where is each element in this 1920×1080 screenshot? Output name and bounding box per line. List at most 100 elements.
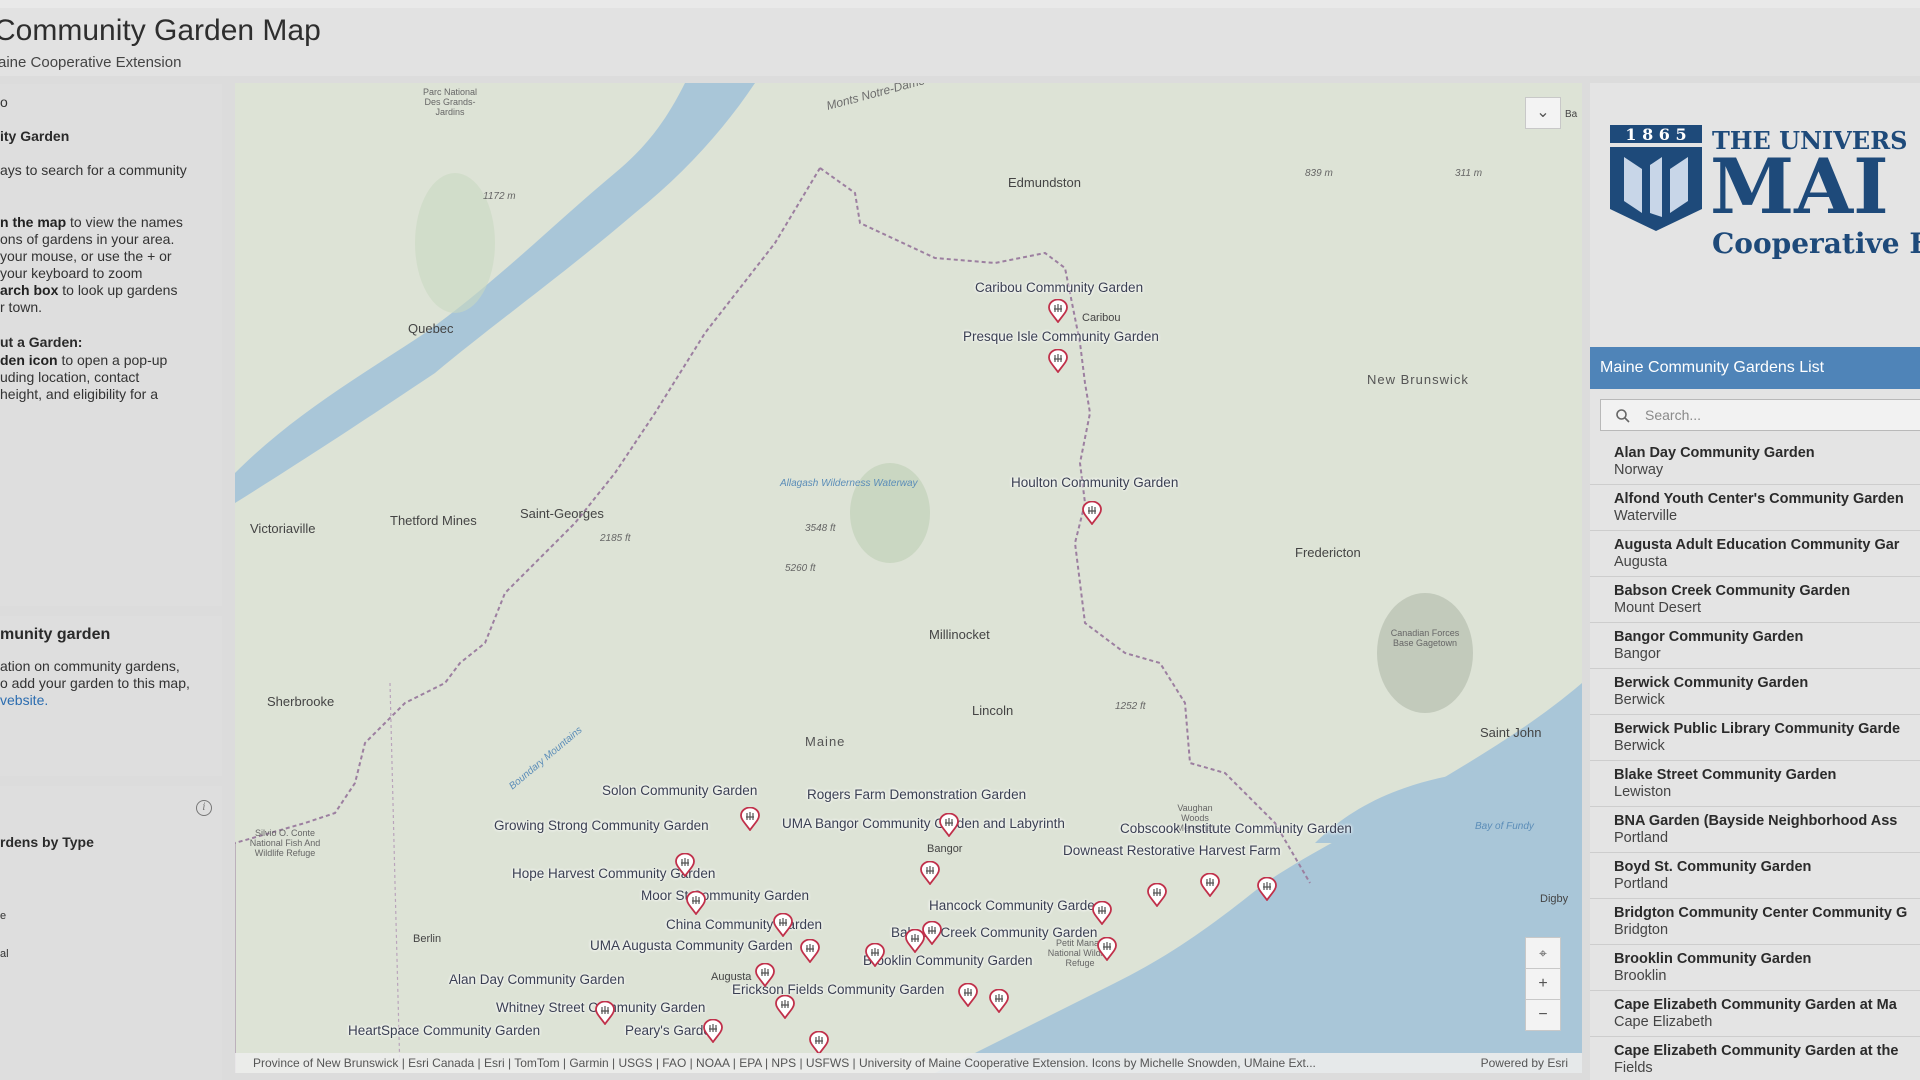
list-item[interactable]: Bridgton Community Center Community G Bri… [1590, 899, 1920, 945]
list-item[interactable]: Brooklin Community Garden Brooklin [1590, 945, 1920, 991]
elevation-label: 839 m [1305, 168, 1333, 179]
garden-town: Waterville [1614, 508, 1678, 524]
garden-town: Brooklin [1614, 968, 1667, 984]
garden-town: Cape Elizabeth [1614, 1014, 1713, 1030]
garden-marker-icon[interactable] [1097, 937, 1117, 961]
garden-marker-icon[interactable] [1048, 299, 1068, 323]
about-heading: ut a Garden: [0, 334, 83, 350]
garden-marker-icon[interactable] [703, 1019, 723, 1043]
garden-town: Bridgton [1614, 922, 1669, 938]
garden-label[interactable]: China Community Garden [666, 917, 822, 932]
search-placeholder: Search... [1645, 407, 1702, 423]
garden-marker-icon[interactable] [958, 983, 978, 1007]
elevation-label: 311 m [1455, 168, 1483, 179]
garden-label[interactable]: Presque Isle Community Garden [963, 329, 1159, 344]
zoom-out-button[interactable]: − [1525, 999, 1561, 1031]
legend-heading: rdens by Type [0, 834, 94, 850]
garden-marker-icon[interactable] [775, 995, 795, 1019]
garden-name: Cape Elizabeth Community Garden at the [1614, 1043, 1899, 1059]
logo-year: 1 8 6 5 [1625, 125, 1686, 144]
garden-marker-icon[interactable] [740, 807, 760, 831]
list-item[interactable]: Cape Elizabeth Community Garden at the Fi… [1590, 1037, 1920, 1080]
garden-town: Norway [1614, 462, 1664, 478]
garden-label[interactable]: Houlton Community Garden [1011, 475, 1178, 490]
garden-label[interactable]: Caribou Community Garden [975, 280, 1143, 295]
park-label: Parc National Des Grands-Jardins [422, 87, 478, 117]
website-link[interactable]: vebsite. [0, 692, 48, 709]
garden-marker-icon[interactable] [800, 939, 820, 963]
expand-chevrons-down-icon[interactable]: ⌄ [1525, 97, 1561, 129]
instructions-panel: o ity Garden ays to search for a communi… [0, 84, 222, 606]
garden-label[interactable]: Alan Day Community Garden [449, 972, 625, 987]
map-view[interactable]: Quebec Thetford Mines Saint-Georges Vict… [235, 83, 1582, 1073]
list-item[interactable]: Boyd St. Community Garden Portland [1590, 853, 1920, 899]
garden-marker-icon[interactable] [755, 963, 775, 987]
list-item[interactable]: BNA Garden (Bayside Neighborhood Ass Port… [1590, 807, 1920, 853]
garden-marker-icon[interactable] [1200, 873, 1220, 897]
instructions-map-line: r town. [0, 299, 43, 315]
place-label: Caribou [1082, 312, 1121, 324]
place-label: Ba [1565, 109, 1578, 120]
park-label: Canadian Forces Base Gagetown [1390, 628, 1460, 648]
instructions-heading: ity Garden [0, 128, 70, 144]
garden-label[interactable]: Brooklin Community Garden [863, 953, 1033, 968]
garden-label[interactable]: UMA Augusta Community Garden [590, 938, 793, 953]
list-item[interactable]: Berwick Community Garden Berwick [1590, 669, 1920, 715]
zoom-in-button[interactable]: + [1525, 968, 1561, 1000]
logo-line3: Cooperative Ex [1712, 227, 1920, 260]
university-logo: 1 8 6 5 THE UNIVERS MAI Cooperative Ex [1602, 113, 1920, 333]
info-icon[interactable]: i [196, 800, 212, 816]
garden-marker-icon[interactable] [920, 861, 940, 885]
garden-town: Mount Desert [1614, 600, 1702, 616]
garden-marker-icon[interactable] [1048, 349, 1068, 373]
garden-marker-icon[interactable] [675, 853, 695, 877]
locate-icon[interactable]: ⌖ [1525, 937, 1561, 969]
garden-marker-icon[interactable] [989, 989, 1009, 1013]
garden-town: Portland [1614, 876, 1669, 892]
garden-label[interactable]: HeartSpace Community Garden [348, 1023, 540, 1038]
garden-marker-icon[interactable] [809, 1031, 829, 1055]
garden-name: Bangor Community Garden [1614, 629, 1804, 645]
garden-label[interactable]: Growing Strong Community Garden [494, 818, 709, 833]
place-label: Sherbrooke [267, 694, 335, 709]
garden-search-input[interactable]: Search... [1600, 399, 1920, 431]
elevation-label: 1172 m [483, 191, 516, 202]
garden-marker-icon[interactable] [939, 813, 959, 837]
garden-label[interactable]: Cobscook Institute Community Garden [1120, 821, 1352, 836]
list-item[interactable]: Augusta Adult Education Community Gar Aug… [1590, 531, 1920, 577]
garden-marker-icon[interactable] [1092, 901, 1112, 925]
garden-label[interactable]: Solon Community Garden [602, 783, 757, 798]
garden-label[interactable]: Rogers Farm Demonstration Garden [807, 787, 1026, 802]
list-item[interactable]: Alfond Youth Center's Community Garden Wa… [1590, 485, 1920, 531]
water-label: Allagash Wilderness Waterway [780, 478, 918, 489]
garden-marker-icon[interactable] [922, 921, 942, 945]
garden-label[interactable]: Moor St Community Garden [641, 888, 809, 903]
top-bar [0, 0, 1920, 8]
garden-town: Augusta [1614, 554, 1668, 570]
list-item[interactable]: Cape Elizabeth Community Garden at Ma Cap… [1590, 991, 1920, 1037]
park-label: Silvio O. Conte National Fish And Wildli… [249, 828, 321, 858]
garden-marker-icon[interactable] [595, 1001, 615, 1025]
place-label: Victoriaville [250, 521, 316, 536]
garden-label[interactable]: Downeast Restorative Harvest Farm [1063, 843, 1281, 858]
garden-marker-icon[interactable] [773, 913, 793, 937]
app-header: Community Garden Map aine Cooperative Ex… [0, 8, 1920, 76]
garden-marker-icon[interactable] [1147, 883, 1167, 907]
place-label: Saint-Georges [520, 506, 604, 521]
garden-marker-icon[interactable] [1257, 877, 1277, 901]
garden-marker-icon[interactable] [865, 943, 885, 967]
garden-marker-icon[interactable] [1082, 501, 1102, 525]
instructions-map-line: n the map to view the names [0, 214, 183, 230]
garden-marker-icon[interactable] [686, 891, 706, 915]
list-item[interactable]: Babson Creek Community Garden Mount Deser… [1590, 577, 1920, 623]
list-item[interactable]: Blake Street Community Garden Lewiston [1590, 761, 1920, 807]
legend-item: e [0, 910, 7, 922]
place-label: Thetford Mines [390, 513, 477, 528]
garden-label[interactable]: UMA Bangor Community Garden and Labyrint… [782, 816, 1065, 831]
list-item[interactable]: Alan Day Community Garden Norway [1590, 439, 1920, 485]
garden-label[interactable]: Hancock Community Garden [929, 898, 1102, 913]
list-item[interactable]: Berwick Public Library Community Garde Be… [1590, 715, 1920, 761]
powered-by-link[interactable]: Powered by Esri [1481, 1053, 1568, 1073]
place-label: Lincoln [972, 703, 1014, 718]
list-item[interactable]: Bangor Community Garden Bangor [1590, 623, 1920, 669]
